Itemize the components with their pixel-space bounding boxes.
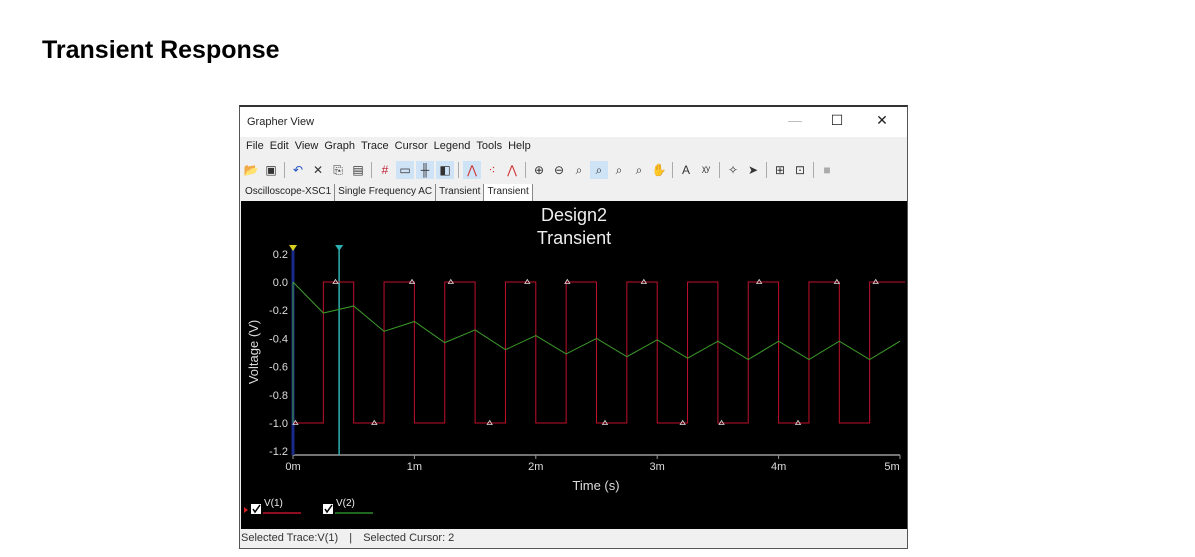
open-icon[interactable]: 📂 (242, 161, 260, 179)
y-tick-label: 0.2 (273, 249, 288, 261)
x-tick-label: 1m (407, 461, 422, 473)
minimize-button[interactable]: — (780, 112, 810, 128)
zoom-y-icon[interactable]: ⌕ (630, 161, 648, 179)
chart-title: Design2 (541, 205, 607, 225)
merge-icon[interactable]: ⊡ (791, 161, 809, 179)
undo-icon[interactable]: ↶ (289, 161, 307, 179)
close-button[interactable]: ✕ (867, 112, 897, 129)
toolbar-separator (458, 162, 459, 178)
toolbar-separator (813, 162, 814, 178)
show-points-icon[interactable]: ⁖ (483, 161, 501, 179)
y-tick-label: -1.2 (269, 446, 288, 458)
text-icon[interactable]: A (677, 161, 695, 179)
menu-edit[interactable]: Edit (270, 140, 289, 152)
legend-label: V(1) (264, 498, 283, 509)
menu-file[interactable]: File (246, 140, 264, 152)
menu-trace[interactable]: Trace (361, 140, 389, 152)
x-axis-label: Time (s) (572, 478, 619, 493)
y-tick-label: 0.0 (273, 277, 288, 289)
plot-area[interactable]: Design2 Transient Voltage (V) Time (s) 0.2 0.… (241, 201, 907, 529)
cursors-icon[interactable]: ╫ (416, 161, 434, 179)
export-icon[interactable]: ➤ (744, 161, 762, 179)
transient-chart[interactable]: Design2 Transient Voltage (V) Time (s) 0.2 0.… (241, 201, 907, 529)
series-v1 (293, 281, 905, 424)
x-tick-label: 5m (884, 461, 899, 473)
y-tick-label: -0.6 (269, 362, 288, 374)
title-bar: Grapher View — ☐ ✕ (240, 107, 907, 137)
tab-transient[interactable]: Transient (436, 184, 485, 201)
x-tick-label: 4m (771, 461, 786, 473)
toolbar-separator (525, 162, 526, 178)
label-icon[interactable]: ᵡʸ (697, 161, 715, 179)
lines-points-icon[interactable]: ⋀ (503, 161, 521, 179)
menu-tools[interactable]: Tools (476, 140, 502, 152)
cursor-1-handle (289, 245, 297, 251)
delete-icon[interactable]: ✕ (309, 161, 327, 179)
y-tick-label: -1.0 (269, 418, 288, 430)
menu-bar: File Edit View Graph Trace Cursor Legend Tools H… (240, 140, 907, 157)
y-tick-label: -0.2 (269, 305, 288, 317)
y-tick-label: -0.8 (269, 390, 288, 402)
legend-icon[interactable]: ▭ (396, 161, 414, 179)
overlay-icon[interactable]: ⊞ (771, 161, 789, 179)
selected-cursor-status: Selected Cursor: 2 (363, 532, 455, 544)
zoom-area-icon[interactable]: ⌕ (570, 161, 588, 179)
status-bar: Selected Trace:V(1) | Selected Cursor: 2 (240, 532, 908, 549)
tab-single-frequency-ac[interactable]: Single Frequency AC (335, 184, 437, 201)
toolbar-separator (672, 162, 673, 178)
tab-transient[interactable]: Transient (484, 184, 533, 201)
pan-icon[interactable]: ✋ (650, 161, 668, 179)
trace-icon[interactable]: ✧ (724, 161, 742, 179)
show-lines-icon[interactable]: ⋀ (463, 161, 481, 179)
maximize-button[interactable]: ☐ (822, 112, 852, 129)
chart-subtitle: Transient (537, 228, 611, 248)
selected-trace-indicator-icon (244, 507, 248, 513)
y-tick-label: -0.4 (269, 333, 288, 345)
tab-oscilloscope-xsc1[interactable]: Oscilloscope-XSC1 (242, 184, 336, 201)
legend-label: V(2) (336, 498, 355, 509)
toolbar-separator (719, 162, 720, 178)
menu-graph[interactable]: Graph (324, 140, 355, 152)
paste-icon[interactable]: ▤ (349, 161, 367, 179)
copy-icon[interactable]: ⎘ (329, 161, 347, 179)
toolbar-separator (284, 162, 285, 178)
x-tick-label: 2m (528, 461, 543, 473)
stop-icon[interactable]: ■ (818, 161, 836, 179)
zoom-out-icon[interactable]: ⊖ (550, 161, 568, 179)
zoom-in-icon[interactable]: ⊕ (530, 161, 548, 179)
toolbar-separator (766, 162, 767, 178)
menu-legend[interactable]: Legend (434, 140, 471, 152)
page-heading: Transient Response (42, 36, 280, 64)
x-tick-label: 0m (285, 461, 300, 473)
status-divider: | (349, 532, 353, 544)
y-axis-label: Voltage (V) (246, 320, 261, 384)
zoom-x-icon[interactable]: ⌕ (610, 161, 628, 179)
menu-view[interactable]: View (295, 140, 319, 152)
reverse-colors-icon[interactable]: ◧ (436, 161, 454, 179)
selected-trace-status: Selected Trace:V(1) (241, 532, 339, 544)
toolbar-separator (371, 162, 372, 178)
x-tick-label: 3m (650, 461, 665, 473)
save-icon[interactable]: ▣ (262, 161, 280, 179)
zoom-full-icon[interactable]: ⌕ (590, 161, 608, 179)
window-title: Grapher View (247, 116, 315, 128)
grid-icon[interactable]: # (376, 161, 394, 179)
menu-cursor[interactable]: Cursor (395, 140, 428, 152)
grapher-view-window: Grapher View — ☐ ✕ File Edit View Graph Trac… (239, 105, 908, 549)
toolbar: 📂 ▣ ↶ ✕ ⎘ ▤ # ▭ ╫ ◧ ⋀ ⁖ ⋀ ⊕ ⊖ ⌕ ⌕ ⌕ ⌕ ✋ Aᵡʸ ✧ ➤ ⊞ ⊡ ■ (242, 159, 909, 181)
menu-help[interactable]: Help (508, 140, 531, 152)
cursor-2-handle (335, 245, 344, 251)
tab-bar: Oscilloscope-XSC1 Single Frequency AC Tran… (242, 184, 533, 201)
